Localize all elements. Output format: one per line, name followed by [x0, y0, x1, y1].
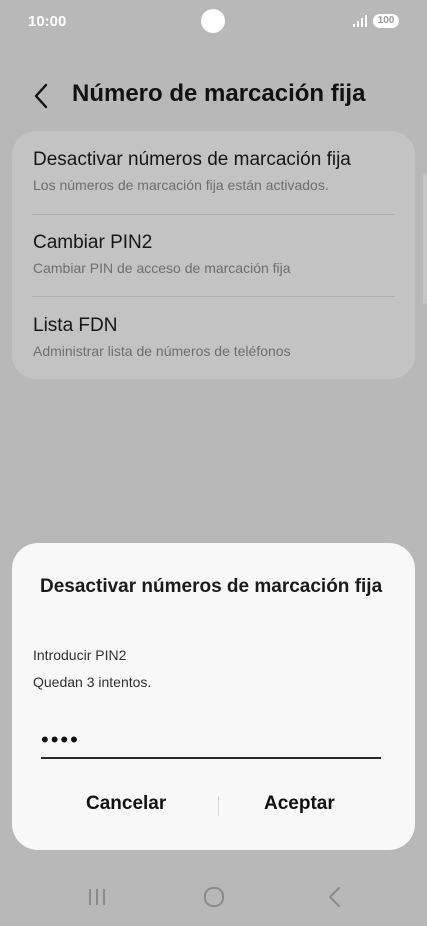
- back-icon[interactable]: [320, 882, 350, 912]
- setting-subtitle: Los números de marcación fija están acti…: [33, 177, 329, 193]
- button-separator: [218, 796, 219, 816]
- cancel-button[interactable]: Cancelar: [86, 793, 166, 815]
- pin2-dialog: Desactivar números de marcación fija Int…: [12, 543, 415, 850]
- home-icon[interactable]: [199, 882, 229, 912]
- dialog-prompt: Introducir PIN2: [33, 647, 127, 663]
- setting-title: Lista FDN: [33, 315, 118, 336]
- dialog-title: Desactivar números de marcación fija: [40, 576, 383, 597]
- setting-disable-fdn[interactable]: Desactivar números de marcación fija Los…: [33, 149, 394, 193]
- pin2-input[interactable]: [41, 723, 381, 759]
- status-time: 10:00: [28, 13, 67, 30]
- battery-icon: 100: [373, 14, 399, 28]
- setting-change-pin2[interactable]: Cambiar PIN2 Cambiar PIN de acceso de ma…: [33, 232, 394, 276]
- recent-apps-icon[interactable]: [82, 882, 112, 912]
- setting-fdn-list[interactable]: Lista FDN Administrar lista de números d…: [33, 315, 394, 359]
- screen: 10:00 100 Número de marcación fija Desac…: [0, 0, 427, 926]
- divider: [32, 214, 395, 215]
- signal-icon: [353, 15, 367, 27]
- status-bar: 10:00 100: [0, 0, 427, 44]
- page-title: Número de marcación fija: [72, 80, 366, 107]
- setting-title: Cambiar PIN2: [33, 232, 153, 253]
- app-header: Número de marcación fija: [0, 72, 427, 120]
- setting-subtitle: Administrar lista de números de teléfono…: [33, 343, 291, 359]
- navigation-bar: [0, 872, 427, 922]
- dialog-attempts: Quedan 3 intentos.: [33, 674, 152, 690]
- settings-card: Desactivar números de marcación fija Los…: [12, 131, 415, 379]
- front-camera: [201, 9, 225, 33]
- divider: [32, 296, 395, 297]
- setting-title: Desactivar números de marcación fija: [33, 149, 351, 170]
- accept-button[interactable]: Aceptar: [264, 793, 335, 815]
- setting-subtitle: Cambiar PIN de acceso de marcación fija: [33, 260, 291, 276]
- scrollbar[interactable]: [423, 174, 427, 304]
- chevron-left-icon[interactable]: [30, 82, 54, 110]
